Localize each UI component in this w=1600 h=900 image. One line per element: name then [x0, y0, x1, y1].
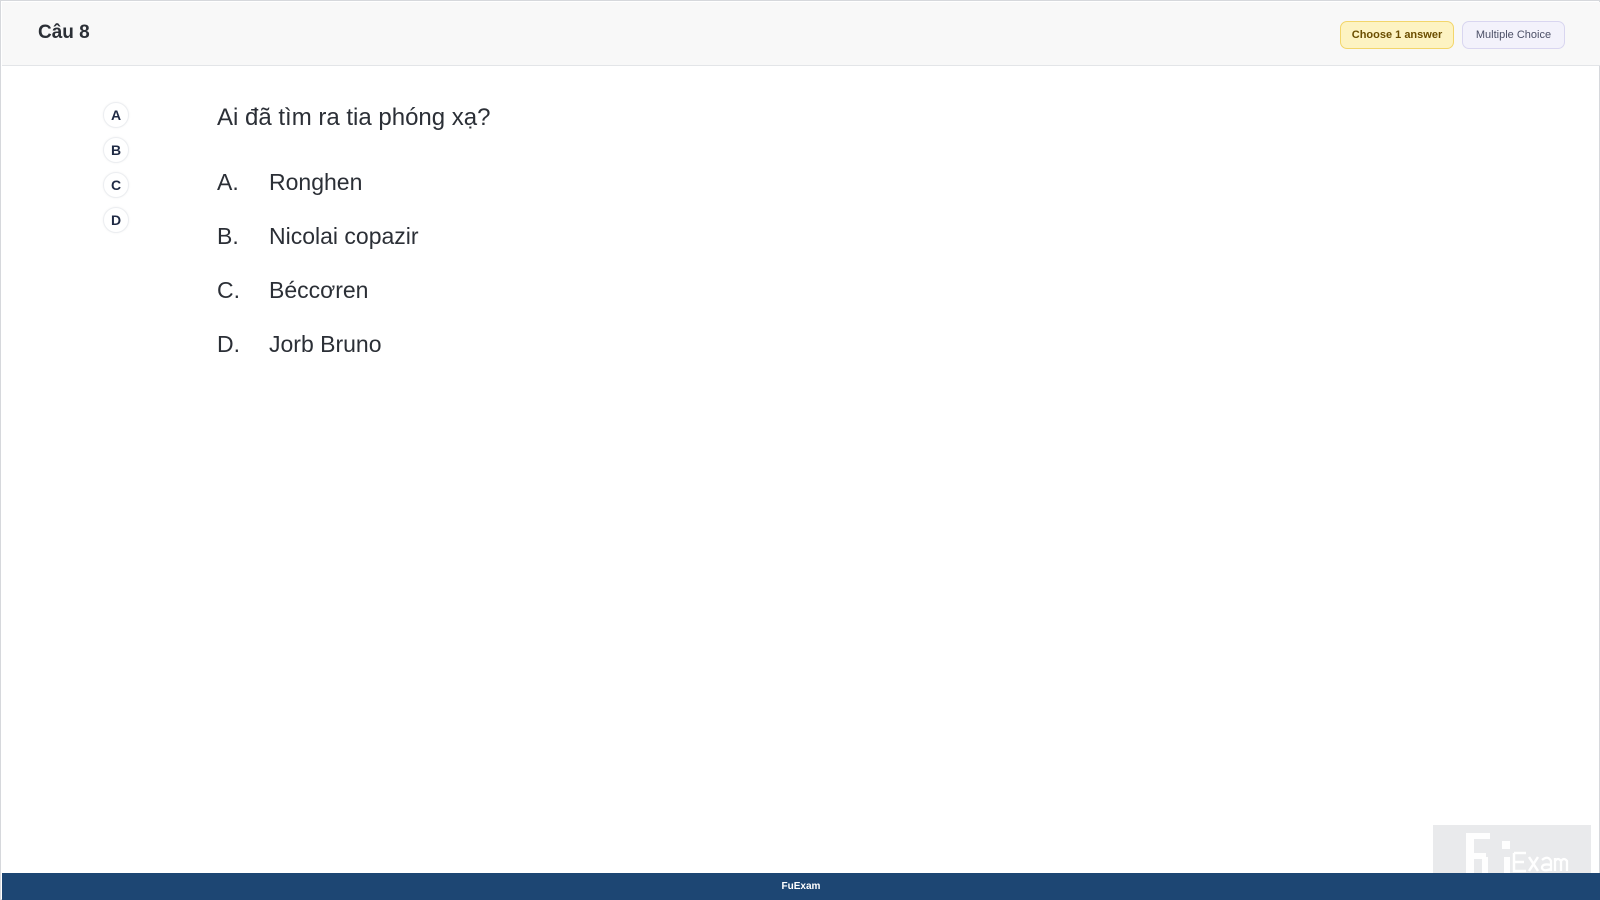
exam-window: Câu 8 Choose 1 answer Multiple Choice A … — [0, 0, 1600, 900]
option-text: Ronghen — [269, 168, 363, 195]
option-label: C. — [217, 276, 240, 303]
answer-select-d[interactable]: D — [103, 207, 129, 233]
question-text: Ai đã tìm ra tia phóng xạ? — [217, 104, 491, 131]
question-header: Câu 8 Choose 1 answer Multiple Choice — [2, 2, 1600, 66]
answer-letter-selector: A B C D — [103, 102, 131, 242]
question-type-badge: Multiple Choice — [1462, 21, 1565, 49]
question-content: Ai đã tìm ra tia phóng xạ? A. Ronghen B.… — [217, 101, 1117, 371]
option-a: A. Ronghen — [217, 155, 1117, 209]
option-label: A. — [217, 168, 239, 195]
answer-select-b[interactable]: B — [103, 137, 129, 163]
option-label: D. — [217, 330, 240, 357]
option-b: B. Nicolai copazir — [217, 209, 1117, 263]
option-c: C. Béccơren — [217, 263, 1117, 317]
option-text: Jorb Bruno — [269, 330, 382, 357]
question-number-title: Câu 8 — [38, 22, 90, 43]
option-label: B. — [217, 222, 239, 249]
option-text: Nicolai copazir — [269, 222, 419, 249]
footer-brand: FuExam — [781, 881, 821, 892]
option-text: Béccơren — [269, 276, 369, 303]
choose-count-badge: Choose 1 answer — [1340, 21, 1454, 49]
footer-bar: FuExam — [2, 873, 1600, 900]
answer-select-c[interactable]: C — [103, 172, 129, 198]
option-d: D. Jorb Bruno — [217, 317, 1117, 371]
answer-select-a[interactable]: A — [103, 102, 129, 128]
